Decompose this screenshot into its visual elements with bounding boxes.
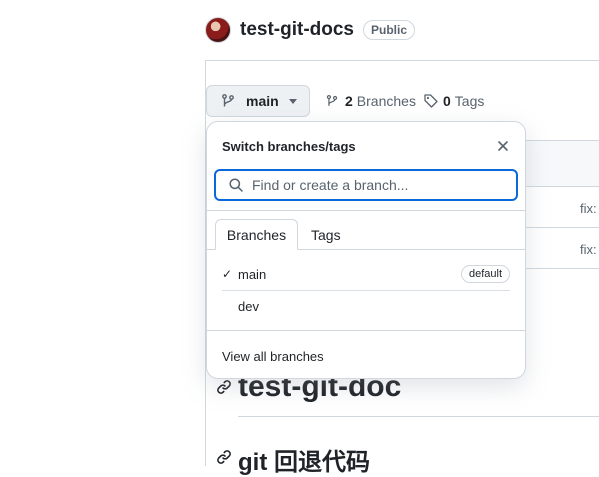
branch-name: main (238, 266, 267, 282)
commit-message-1[interactable]: fix: (580, 201, 597, 216)
popover-title: Switch branches/tags (222, 139, 356, 154)
git-branch-icon (222, 94, 234, 107)
git-branch-icon (326, 94, 338, 106)
branch-item-dev[interactable]: dev (222, 291, 510, 321)
table-row-divider (526, 268, 599, 269)
branch-select-button[interactable]: main (206, 85, 310, 117)
tab-tags[interactable]: Tags (311, 219, 341, 250)
repo-name[interactable]: test-git-docs (240, 19, 354, 41)
tab-branches[interactable]: Branches (215, 219, 298, 250)
branch-name: dev (238, 298, 259, 314)
tags-count: 0 (443, 93, 451, 109)
header-divider (205, 60, 599, 61)
tags-link[interactable]: 0 Tags (423, 93, 484, 109)
heading-rule (238, 416, 599, 417)
file-table-header (526, 140, 599, 187)
readme-heading-2: git 回退代码 (238, 449, 370, 476)
check-icon: ✓ (222, 267, 233, 281)
repo-header: test-git-docs Public (205, 16, 416, 44)
tag-icon (424, 94, 438, 108)
divider (207, 330, 525, 331)
table-row-divider (526, 227, 599, 228)
default-badge: default (460, 265, 510, 283)
search-icon (229, 178, 243, 192)
branches-link[interactable]: 2 Branches (325, 93, 416, 109)
branches-label: Branches (356, 93, 416, 109)
commit-message-2[interactable]: fix: (580, 242, 597, 257)
avatar[interactable] (205, 17, 231, 43)
branch-item-main[interactable]: ✓ main default (222, 259, 510, 289)
branch-search-box[interactable] (214, 169, 518, 201)
link-icon[interactable] (216, 379, 232, 395)
branch-switcher-popover: Switch branches/tags Branches Tags ✓ mai… (206, 121, 526, 379)
caret-down-icon (288, 98, 297, 104)
visibility-badge: Public (363, 20, 416, 40)
branches-count: 2 (345, 93, 353, 109)
close-icon[interactable] (495, 138, 511, 154)
tags-label: Tags (454, 93, 485, 109)
branch-search-input[interactable] (252, 177, 502, 193)
view-all-branches-link[interactable]: View all branches (222, 349, 324, 364)
link-icon[interactable] (216, 449, 232, 465)
divider (207, 210, 525, 211)
current-branch-label: main (246, 93, 279, 109)
